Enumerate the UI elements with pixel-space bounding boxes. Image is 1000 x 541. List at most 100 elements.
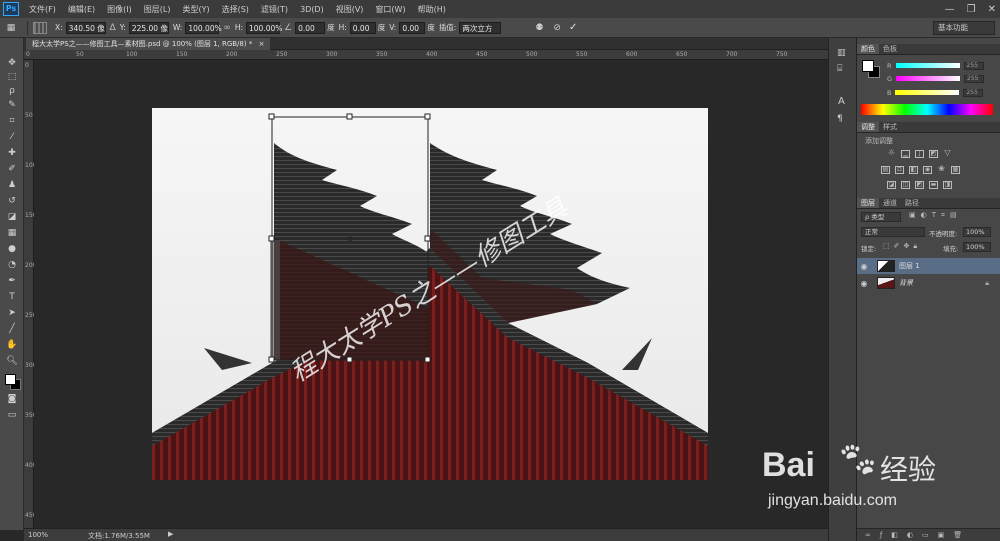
history-brush-tool-icon[interactable]: ↺ [4,194,20,208]
green-slider[interactable] [896,76,961,81]
blue-value[interactable]: 255 [963,88,984,97]
cancel-transform-icon[interactable]: ⊘ [553,23,561,33]
black-white-icon[interactable]: ◧ [909,166,918,174]
fill-field[interactable]: 100% [963,242,991,252]
layer-row[interactable]: ◉ 图层 1 [857,258,1000,274]
menu-filter[interactable]: 滤镜(T) [255,4,294,15]
eye-icon[interactable]: ◉ [857,262,871,271]
tab-paths[interactable]: 路径 [901,198,923,208]
x-field[interactable]: 340.50 像 [65,21,106,34]
workspace-select[interactable]: 基本功能 [933,21,995,35]
delta-icon[interactable]: ∆ [110,23,116,33]
pen-tool-icon[interactable]: ✒ [4,274,20,288]
zoom-level[interactable]: 100% [28,531,48,539]
tab-layers[interactable]: 图层 [857,198,879,208]
color-fg-swatch[interactable] [862,60,874,72]
angle-field[interactable]: 0.00 [295,21,326,34]
move-tool-icon[interactable]: ✥ [4,56,20,70]
link-icon[interactable]: ∞ [223,23,231,33]
foreground-color-swatch[interactable] [5,374,16,385]
path-select-tool-icon[interactable]: ➤ [4,306,20,320]
document-tab[interactable]: 程大太学PS之——修图工具—素材图.psd @ 100% (图层 1, RGB/… [26,38,271,50]
minimize-icon[interactable]: — [945,4,955,15]
height-field[interactable]: 100.00% [246,21,282,34]
properties-panel-icon[interactable]: ⌸ [837,64,842,74]
red-slider[interactable] [895,63,960,68]
tab-color[interactable]: 颜色 [857,44,879,54]
layer-row[interactable]: ◉ 背景 🔒︎ [857,275,1000,291]
menu-help[interactable]: 帮助(H) [412,4,452,15]
blur-tool-icon[interactable]: ● [4,242,20,256]
menu-image[interactable]: 图像(I) [101,4,138,15]
clone-stamp-tool-icon[interactable]: ♟ [4,178,20,192]
vibrance-icon[interactable]: ▽ [943,149,952,158]
close-tab-icon[interactable]: × [259,40,265,48]
brush-tool-icon[interactable]: ✐ [4,162,20,176]
brightness-icon[interactable]: ☼ [887,149,896,158]
exposure-icon[interactable]: ◩ [929,150,938,158]
photo-filter-icon[interactable]: ◉ [923,166,932,174]
tool-preset-icon[interactable]: ▦ [0,23,22,33]
eye-icon[interactable]: ◉ [857,279,871,288]
warp-icon[interactable]: ⚉ [535,23,543,33]
screen-mode-icon[interactable]: ▭ [4,408,20,422]
menu-3d[interactable]: 3D(D) [294,5,330,14]
document-canvas[interactable]: 程大太学PS之——修图工具 [152,108,708,480]
threshold-icon[interactable]: ◩ [915,181,924,189]
character-panel-icon[interactable]: A [838,96,845,107]
y-field[interactable]: 225.00 像 [128,21,169,34]
tab-adjustments[interactable]: 调整 [857,122,879,132]
vskew-field[interactable]: 0.00 [399,21,426,34]
layers-panel-footer-icons[interactable]: ∞ƒ◧◐▭▣🗑︎ [857,528,1000,541]
levels-icon[interactable]: ▁ [901,150,910,158]
red-value[interactable]: 255 [963,61,984,70]
menu-edit[interactable]: 编辑(E) [62,4,101,15]
restore-icon[interactable]: ❐ [967,4,976,15]
hue-saturation-icon[interactable]: ▤ [881,166,890,174]
tab-swatches[interactable]: 色板 [879,44,901,54]
blend-mode-select[interactable]: 正常 [861,227,925,237]
menu-type[interactable]: 类型(Y) [176,4,215,15]
paragraph-panel-icon[interactable]: ¶ [837,114,843,124]
invert-icon[interactable]: ◪ [887,181,896,189]
color-spectrum[interactable] [861,104,993,115]
tab-channels[interactable]: 通道 [879,198,901,208]
blue-slider[interactable] [895,90,960,95]
interpolation-select[interactable]: 两次立方 [459,21,502,34]
menu-window[interactable]: 窗口(W) [369,4,411,15]
green-value[interactable]: 255 [964,74,985,83]
quick-select-tool-icon[interactable]: ✎ [4,98,20,112]
marquee-tool-icon[interactable]: ⬚ [4,70,20,84]
layer-filter-icons[interactable]: ▣◐T⌗▤ [909,211,962,220]
lock-icons[interactable]: ⬚✐✥🔒︎ [883,242,921,251]
close-icon[interactable]: ✕ [988,4,996,15]
color-balance-icon[interactable]: ⚖ [895,166,904,174]
menu-view[interactable]: 视图(V) [330,4,370,15]
status-menu-arrow-icon[interactable]: ▶ [168,530,173,538]
tab-styles[interactable]: 样式 [879,122,901,132]
commit-transform-icon[interactable]: ✓ [569,22,577,33]
channel-mixer-icon[interactable]: ❀ [937,165,946,174]
gradient-map-icon[interactable]: ▬ [929,181,938,189]
menu-layer[interactable]: 图层(L) [138,4,177,15]
zoom-tool-icon[interactable]: 🔍︎ [4,354,20,368]
selective-color-icon[interactable]: ◨ [943,181,952,189]
eraser-tool-icon[interactable]: ◪ [4,210,20,224]
lasso-tool-icon[interactable]: ρ [4,84,20,98]
healing-brush-tool-icon[interactable]: ✚ [4,146,20,160]
crop-tool-icon[interactable]: ⌗ [4,114,20,128]
width-field[interactable]: 100.00% [185,21,222,34]
reference-point-icon[interactable] [33,21,47,34]
posterize-icon[interactable]: ◫ [901,181,910,189]
layer-filter-select[interactable]: ρ 类型 [861,212,901,222]
menu-file[interactable]: 文件(F) [23,4,62,15]
type-tool-icon[interactable]: T [4,290,20,304]
hand-tool-icon[interactable]: ✋ [4,338,20,352]
curves-icon[interactable]: ∫ [915,150,924,158]
line-tool-icon[interactable]: ╱ [4,322,20,336]
dodge-tool-icon[interactable]: ◔ [4,258,20,272]
eyedropper-tool-icon[interactable]: ⁄ [4,130,20,144]
color-lookup-icon[interactable]: ▦ [951,166,960,174]
history-panel-icon[interactable]: ▥ [837,48,846,58]
gradient-tool-icon[interactable]: ▦ [4,226,20,240]
